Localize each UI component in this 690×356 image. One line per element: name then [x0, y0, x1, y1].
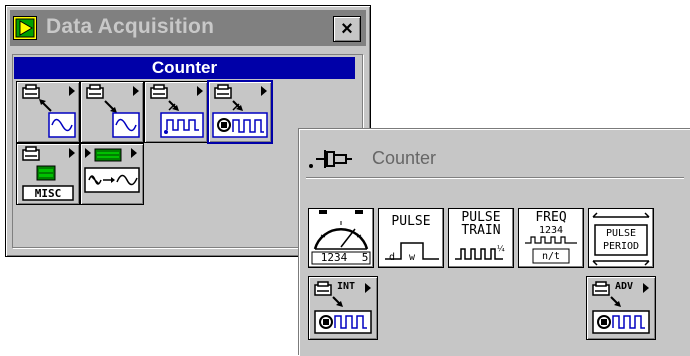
close-icon: ×: [341, 18, 353, 40]
period-label2: PERIOD: [602, 241, 640, 252]
digital-io-tile[interactable]: [144, 81, 208, 143]
analog-output-tile[interactable]: [80, 81, 144, 143]
signal-conditioning-tile[interactable]: [80, 143, 144, 205]
pulse-period-vi[interactable]: PULSE PERIOD: [588, 208, 654, 268]
frequency-vi[interactable]: FREQ 1234 n/t: [518, 208, 584, 268]
daq-palette-icon: [13, 16, 37, 40]
pulse-generator-vi[interactable]: PULSE d w: [378, 208, 444, 268]
int-tag: INT: [337, 281, 356, 292]
event-digit-last: 5: [361, 251, 369, 264]
misc-label: MISC: [34, 187, 62, 200]
signal-conditioning-icon: [84, 148, 140, 193]
period-label1: PULSE: [605, 228, 637, 239]
intermediate-counter-subpalette[interactable]: INT: [308, 276, 378, 340]
freq-unit: n/t: [541, 251, 561, 262]
advanced-counter-subpalette[interactable]: ADV: [586, 276, 656, 340]
close-button[interactable]: ×: [333, 16, 361, 42]
subpalette-header: Counter: [14, 57, 355, 79]
event-digits: 1234: [320, 251, 348, 264]
svg-text:¼: ¼: [497, 244, 505, 253]
palette-title-bar[interactable]: Data Acquisition ×: [10, 10, 366, 46]
width-label: w: [408, 252, 416, 263]
delay-label: d: [388, 252, 396, 263]
analog-input-tile[interactable]: [16, 81, 80, 143]
counter-title: Counter: [372, 148, 437, 168]
counter-tile[interactable]: [208, 81, 272, 143]
palette-title: Data Acquisition: [46, 15, 215, 38]
counter-icon: [212, 84, 268, 138]
analog-input-icon: [22, 84, 76, 138]
pulse-train-icon: ¼: [455, 244, 505, 260]
counter-subpalette: Counter 1234 5 PULSE d w PULSE TRAIN ¼ F…: [299, 129, 690, 356]
digital-io-icon: [150, 84, 204, 138]
adv-tag: ADV: [615, 281, 634, 292]
title-divider-highlight: [306, 178, 684, 179]
analog-output-icon: [86, 84, 140, 138]
pulse-train-vi[interactable]: PULSE TRAIN ¼: [448, 208, 514, 268]
pin-icon: [309, 150, 352, 168]
event-counter-vi[interactable]: 1234 5: [308, 208, 374, 268]
calibration-config-tile[interactable]: MISC: [16, 143, 80, 205]
